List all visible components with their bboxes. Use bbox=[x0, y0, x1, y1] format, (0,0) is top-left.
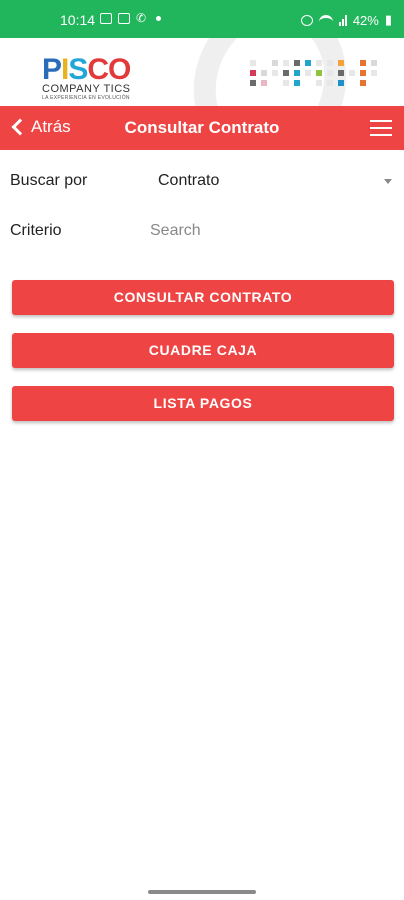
cuadre-caja-button[interactable]: CUADRE CAJA bbox=[12, 333, 394, 368]
buscar-select[interactable]: Contrato bbox=[150, 166, 394, 196]
buscar-select-value: Contrato bbox=[158, 172, 220, 189]
menu-icon[interactable] bbox=[370, 120, 392, 136]
buscar-label: Buscar por bbox=[10, 172, 88, 189]
alarm-icon bbox=[300, 14, 313, 26]
battery-icon: ▮ bbox=[384, 12, 392, 27]
status-time: 10:14 bbox=[60, 12, 96, 28]
criterio-row: Criterio bbox=[10, 216, 394, 246]
logo-wordmark: PISCO bbox=[42, 53, 131, 86]
lista-pagos-button[interactable]: LISTA PAGOS bbox=[12, 386, 394, 421]
dropdown-arrow-icon bbox=[384, 179, 392, 184]
logo-letter: S bbox=[68, 53, 88, 86]
app-header: PISCO COMPANY TICS LA EXPERIENCIA EN EVO… bbox=[0, 38, 404, 106]
decorative-dots bbox=[250, 60, 377, 86]
buscar-row: Buscar por Contrato bbox=[10, 166, 394, 196]
phone-icon: ✆ bbox=[136, 11, 147, 25]
logo-letter: C bbox=[87, 53, 109, 86]
logo-tagline: LA EXPERIENCIA EN EVOLUCIÓN bbox=[42, 95, 130, 101]
logo-letter: P bbox=[42, 53, 62, 86]
status-bar: 10:14 ✆ 42% ▮ bbox=[0, 0, 404, 38]
wifi-icon bbox=[318, 15, 333, 25]
logo-letter: O bbox=[108, 53, 131, 86]
gallery-icon bbox=[100, 12, 112, 24]
home-gesture-bar[interactable] bbox=[148, 890, 256, 894]
notification-dot-icon bbox=[156, 15, 162, 21]
page-title: Consultar Contrato bbox=[124, 118, 280, 137]
navbar: Atrás Consultar Contrato bbox=[0, 106, 404, 150]
criterio-search-input[interactable] bbox=[150, 216, 390, 246]
criterio-label: Criterio bbox=[10, 222, 62, 239]
logo-subtitle: COMPANY TICS bbox=[42, 83, 131, 95]
signal-icon bbox=[338, 14, 347, 26]
pisco-logo: PISCO COMPANY TICS LA EXPERIENCIA EN EVO… bbox=[42, 53, 131, 102]
battery-level: 42% bbox=[352, 12, 379, 28]
screen-icon bbox=[118, 12, 130, 24]
consultar-contrato-button[interactable]: CONSULTAR CONTRATO bbox=[12, 280, 394, 315]
logo-letter: I bbox=[61, 53, 69, 86]
